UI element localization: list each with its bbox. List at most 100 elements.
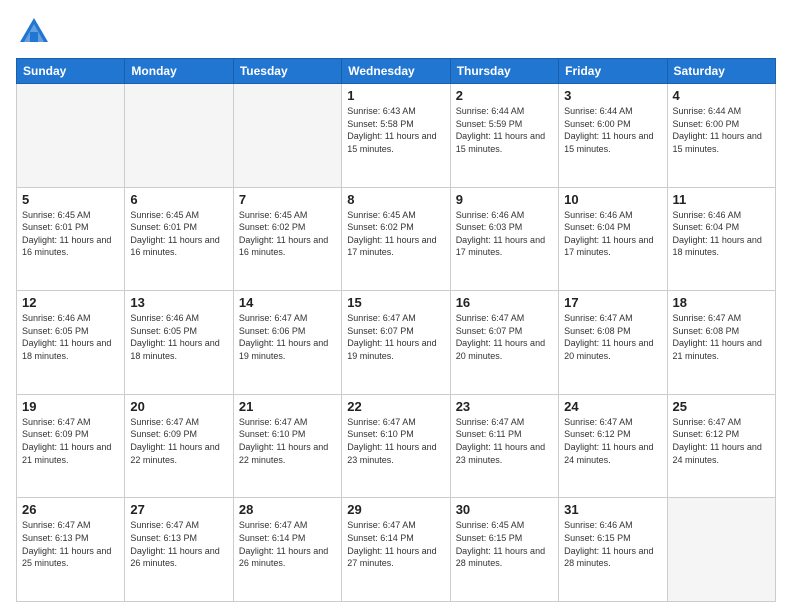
day-number: 26	[22, 502, 119, 517]
week-row-1: 5 Sunrise: 6:45 AM Sunset: 6:01 PM Daylig…	[17, 187, 776, 291]
day-number: 22	[347, 399, 444, 414]
day-info: Sunrise: 6:47 AM Sunset: 6:10 PM Dayligh…	[239, 416, 336, 466]
calendar-cell: 8 Sunrise: 6:45 AM Sunset: 6:02 PM Daylig…	[342, 187, 450, 291]
day-number: 3	[564, 88, 661, 103]
day-info: Sunrise: 6:47 AM Sunset: 6:12 PM Dayligh…	[673, 416, 770, 466]
day-info: Sunrise: 6:47 AM Sunset: 6:08 PM Dayligh…	[673, 312, 770, 362]
page: SundayMondayTuesdayWednesdayThursdayFrid…	[0, 0, 792, 612]
calendar-cell: 6 Sunrise: 6:45 AM Sunset: 6:01 PM Daylig…	[125, 187, 233, 291]
day-number: 7	[239, 192, 336, 207]
calendar-cell: 10Sunrise: 6:46 AM Sunset: 6:04 PM Dayli…	[559, 187, 667, 291]
day-info: Sunrise: 6:47 AM Sunset: 6:09 PM Dayligh…	[22, 416, 119, 466]
day-number: 13	[130, 295, 227, 310]
week-row-3: 19 Sunrise: 6:47 AM Sunset: 6:09 PM Dayli…	[17, 394, 776, 498]
day-info: Sunrise: 6:46 AM Sunset: 6:15 PM Dayligh…	[564, 519, 661, 569]
calendar-cell: 30Sunrise: 6:45 AM Sunset: 6:15 PM Dayli…	[450, 498, 558, 602]
weekday-header-thursday: Thursday	[450, 59, 558, 84]
day-info: Sunrise: 6:45 AM Sunset: 6:02 PM Dayligh…	[239, 209, 336, 259]
day-number: 15	[347, 295, 444, 310]
day-info: Sunrise: 6:44 AM Sunset: 6:00 PM Dayligh…	[564, 105, 661, 155]
day-number: 30	[456, 502, 553, 517]
weekday-header-monday: Monday	[125, 59, 233, 84]
calendar-cell: 13 Sunrise: 6:46 AM Sunset: 6:05 PM Dayli…	[125, 291, 233, 395]
calendar-cell: 19 Sunrise: 6:47 AM Sunset: 6:09 PM Dayli…	[17, 394, 125, 498]
day-number: 1	[347, 88, 444, 103]
day-number: 17	[564, 295, 661, 310]
day-number: 2	[456, 88, 553, 103]
calendar-cell: 14 Sunrise: 6:47 AM Sunset: 6:06 PM Dayli…	[233, 291, 341, 395]
calendar-cell: 26 Sunrise: 6:47 AM Sunset: 6:13 PM Dayli…	[17, 498, 125, 602]
day-number: 29	[347, 502, 444, 517]
day-number: 11	[673, 192, 770, 207]
calendar-cell: 15 Sunrise: 6:47 AM Sunset: 6:07 PM Dayli…	[342, 291, 450, 395]
calendar-cell: 29 Sunrise: 6:47 AM Sunset: 6:14 PM Dayli…	[342, 498, 450, 602]
day-number: 19	[22, 399, 119, 414]
calendar-cell: 22Sunrise: 6:47 AM Sunset: 6:10 PM Dayli…	[342, 394, 450, 498]
calendar-cell	[667, 498, 775, 602]
day-info: Sunrise: 6:47 AM Sunset: 6:07 PM Dayligh…	[456, 312, 553, 362]
day-info: Sunrise: 6:44 AM Sunset: 6:00 PM Dayligh…	[673, 105, 770, 155]
day-info: Sunrise: 6:46 AM Sunset: 6:04 PM Dayligh…	[673, 209, 770, 259]
day-number: 27	[130, 502, 227, 517]
day-number: 9	[456, 192, 553, 207]
calendar-cell	[233, 84, 341, 188]
day-number: 28	[239, 502, 336, 517]
calendar-cell	[17, 84, 125, 188]
week-row-2: 12 Sunrise: 6:46 AM Sunset: 6:05 PM Dayli…	[17, 291, 776, 395]
weekday-header-saturday: Saturday	[667, 59, 775, 84]
calendar-cell: 16Sunrise: 6:47 AM Sunset: 6:07 PM Dayli…	[450, 291, 558, 395]
day-info: Sunrise: 6:46 AM Sunset: 6:05 PM Dayligh…	[130, 312, 227, 362]
weekday-header-friday: Friday	[559, 59, 667, 84]
weekday-header-tuesday: Tuesday	[233, 59, 341, 84]
calendar-cell: 12 Sunrise: 6:46 AM Sunset: 6:05 PM Dayli…	[17, 291, 125, 395]
day-info: Sunrise: 6:47 AM Sunset: 6:13 PM Dayligh…	[130, 519, 227, 569]
day-number: 20	[130, 399, 227, 414]
day-number: 21	[239, 399, 336, 414]
day-info: Sunrise: 6:47 AM Sunset: 6:12 PM Dayligh…	[564, 416, 661, 466]
day-number: 6	[130, 192, 227, 207]
day-info: Sunrise: 6:47 AM Sunset: 6:06 PM Dayligh…	[239, 312, 336, 362]
day-number: 24	[564, 399, 661, 414]
day-info: Sunrise: 6:47 AM Sunset: 6:08 PM Dayligh…	[564, 312, 661, 362]
day-number: 12	[22, 295, 119, 310]
calendar-cell: 2Sunrise: 6:44 AM Sunset: 5:59 PM Daylig…	[450, 84, 558, 188]
day-info: Sunrise: 6:47 AM Sunset: 6:14 PM Dayligh…	[239, 519, 336, 569]
day-number: 18	[673, 295, 770, 310]
calendar-cell: 18 Sunrise: 6:47 AM Sunset: 6:08 PM Dayli…	[667, 291, 775, 395]
day-number: 5	[22, 192, 119, 207]
week-row-0: 1Sunrise: 6:43 AM Sunset: 5:58 PM Daylig…	[17, 84, 776, 188]
calendar-cell: 5 Sunrise: 6:45 AM Sunset: 6:01 PM Daylig…	[17, 187, 125, 291]
day-number: 4	[673, 88, 770, 103]
day-number: 10	[564, 192, 661, 207]
day-number: 14	[239, 295, 336, 310]
weekday-header-sunday: Sunday	[17, 59, 125, 84]
logo	[16, 14, 56, 50]
day-info: Sunrise: 6:47 AM Sunset: 6:07 PM Dayligh…	[347, 312, 444, 362]
day-info: Sunrise: 6:45 AM Sunset: 6:02 PM Dayligh…	[347, 209, 444, 259]
day-info: Sunrise: 6:47 AM Sunset: 6:11 PM Dayligh…	[456, 416, 553, 466]
calendar-cell	[125, 84, 233, 188]
calendar-cell: 31 Sunrise: 6:46 AM Sunset: 6:15 PM Dayli…	[559, 498, 667, 602]
day-info: Sunrise: 6:46 AM Sunset: 6:05 PM Dayligh…	[22, 312, 119, 362]
logo-icon	[16, 14, 52, 50]
calendar-cell: 24 Sunrise: 6:47 AM Sunset: 6:12 PM Dayli…	[559, 394, 667, 498]
calendar-cell: 20 Sunrise: 6:47 AM Sunset: 6:09 PM Dayli…	[125, 394, 233, 498]
day-info: Sunrise: 6:47 AM Sunset: 6:09 PM Dayligh…	[130, 416, 227, 466]
header	[16, 10, 776, 50]
weekday-header-wednesday: Wednesday	[342, 59, 450, 84]
calendar-cell: 25Sunrise: 6:47 AM Sunset: 6:12 PM Dayli…	[667, 394, 775, 498]
day-info: Sunrise: 6:47 AM Sunset: 6:13 PM Dayligh…	[22, 519, 119, 569]
calendar-cell: 7 Sunrise: 6:45 AM Sunset: 6:02 PM Daylig…	[233, 187, 341, 291]
week-row-4: 26 Sunrise: 6:47 AM Sunset: 6:13 PM Dayli…	[17, 498, 776, 602]
day-info: Sunrise: 6:45 AM Sunset: 6:01 PM Dayligh…	[130, 209, 227, 259]
calendar-cell: 4 Sunrise: 6:44 AM Sunset: 6:00 PM Daylig…	[667, 84, 775, 188]
calendar-table: SundayMondayTuesdayWednesdayThursdayFrid…	[16, 58, 776, 602]
calendar-cell: 17 Sunrise: 6:47 AM Sunset: 6:08 PM Dayli…	[559, 291, 667, 395]
day-info: Sunrise: 6:46 AM Sunset: 6:03 PM Dayligh…	[456, 209, 553, 259]
day-number: 23	[456, 399, 553, 414]
day-number: 8	[347, 192, 444, 207]
weekday-header-row: SundayMondayTuesdayWednesdayThursdayFrid…	[17, 59, 776, 84]
day-info: Sunrise: 6:45 AM Sunset: 6:01 PM Dayligh…	[22, 209, 119, 259]
day-info: Sunrise: 6:47 AM Sunset: 6:14 PM Dayligh…	[347, 519, 444, 569]
day-number: 31	[564, 502, 661, 517]
